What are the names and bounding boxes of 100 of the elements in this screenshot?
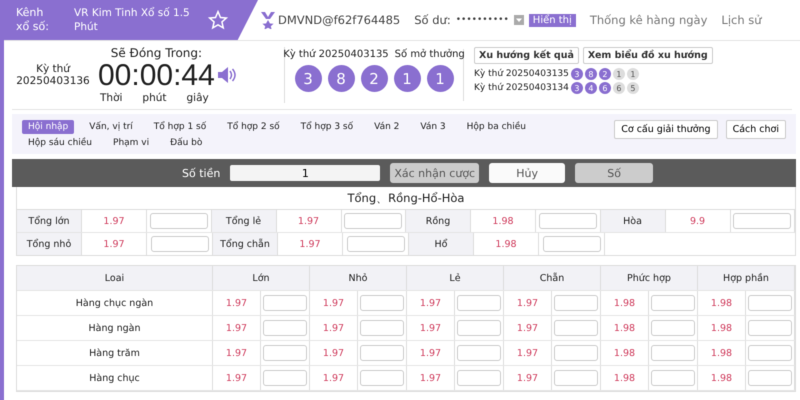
odds-value: 1.97 — [407, 366, 455, 390]
history-ball: 6 — [612, 82, 625, 94]
odds-value: 1.97 — [407, 316, 455, 340]
trend-button[interactable]: Xem biểu đồ xu hướng — [582, 47, 713, 64]
bet-label: Hổ — [409, 233, 474, 255]
odds-value: 1.97 — [504, 341, 552, 365]
draw-label: Số mở thưởng — [394, 49, 465, 60]
balance-label: Số dư: — [414, 13, 451, 27]
bet-type-tab[interactable]: Vấn, vị trí — [83, 120, 139, 134]
odds-value: 1.97 — [82, 233, 147, 255]
result-ball: 1 — [426, 65, 454, 92]
bet-type-tab[interactable]: Ván 2 — [368, 120, 406, 134]
history-period: Kỳ thứ 20250403134 — [474, 83, 569, 93]
nav-link[interactable]: Lịch sử — [721, 13, 762, 27]
username: DMVND@f62f764485 — [278, 13, 400, 27]
history-ball: 4 — [584, 82, 597, 94]
odds-value: 1.97 — [407, 291, 455, 315]
time-unit: giây — [186, 92, 209, 104]
result-ball: 1 — [394, 65, 420, 92]
bet-type-tab[interactable]: Tổ hợp 3 số — [294, 120, 360, 134]
bet-type-tab[interactable]: Hội nhập — [22, 120, 74, 134]
odds-value: 1.98 — [601, 316, 649, 340]
time-unit: Thời — [100, 92, 122, 104]
channel-name: VR Kim Tinh Xổ số 1.5 Phút — [74, 6, 191, 34]
countdown-timer: 00:00:44 — [98, 60, 215, 92]
bet-label: Rồng — [406, 210, 471, 232]
odds-value: 1.97 — [310, 341, 358, 365]
odds-value: 1.97 — [310, 366, 358, 390]
channel-label: Kênh xổ số: — [16, 6, 50, 34]
odds-value: 1.98 — [474, 233, 539, 255]
odds-value: 1.97 — [213, 341, 261, 365]
odds-value: 1.97 — [504, 291, 552, 315]
row-label: Hàng ngàn — [17, 316, 213, 340]
row-label: Hàng trăm — [17, 341, 213, 365]
odds-value: 1.98 — [601, 341, 649, 365]
result-ball: 2 — [360, 65, 388, 92]
odds-value: 1.98 — [601, 291, 649, 315]
amount-label: Số tiền — [182, 166, 220, 180]
odds-value: 1.97 — [504, 316, 552, 340]
column-header: Lẻ — [407, 266, 504, 290]
column-header: Hợp phần — [698, 266, 795, 290]
countdown-title: Sẽ Đóng Trong: — [110, 46, 202, 60]
bet-type-tab[interactable]: Tổ hợp 1 số — [148, 120, 212, 134]
odds-value: 1.97 — [213, 366, 261, 390]
info-button[interactable]: Cơ cấu giải thưởng — [614, 120, 718, 139]
bet-type-tab[interactable]: Ván 3 — [414, 120, 452, 134]
bet-label: Tổng chẵn — [213, 233, 278, 255]
odds-value: 9.9 — [666, 210, 730, 232]
bet-type-tab[interactable]: Tổ hợp 2 số — [221, 120, 286, 134]
column-header: Chẵn — [504, 266, 601, 290]
odds-value: 1.97 — [310, 316, 358, 340]
history-ball: 6 — [598, 82, 611, 94]
history-ball: 1 — [612, 68, 625, 80]
bet-label: Hòa — [600, 210, 666, 232]
bet-type-tab[interactable]: Đấu bò — [164, 136, 208, 150]
odds-value: 1.97 — [310, 291, 358, 315]
history-ball: 3 — [570, 82, 583, 94]
bet-type-tab[interactable]: Hộp sáu chiều — [22, 136, 98, 150]
odds-value: 1.97 — [504, 366, 552, 390]
odds-value: 1.98 — [471, 210, 536, 232]
column-header: Loai — [17, 266, 213, 290]
time-unit: phút — [142, 92, 167, 104]
odds-value: 1.97 — [407, 341, 455, 365]
history-ball: 2 — [598, 68, 611, 80]
odds-value: 1.98 — [698, 316, 746, 340]
row-label: Hàng chục — [17, 366, 213, 390]
result-ball: 3 — [294, 65, 322, 92]
odds-value: 1.98 — [698, 366, 746, 390]
bet-action-button[interactable]: Hủy — [489, 163, 566, 183]
row-label: Hàng chục ngàn — [17, 291, 213, 315]
bet-label: Tổng lớn — [17, 210, 82, 232]
bet-label: Tổng nhỏ — [17, 233, 82, 255]
hidden-balance: •••••••••• — [456, 15, 509, 25]
odds-value: 1.97 — [278, 233, 343, 255]
column-header: Nhỏ — [310, 266, 407, 290]
odds-value: 1.98 — [698, 291, 746, 315]
history-ball: 5 — [626, 82, 639, 94]
column-header: Lớn — [213, 266, 310, 290]
odds-value: 1.97 — [213, 291, 261, 315]
bet-type-tab[interactable]: Hộp ba chiều — [460, 120, 532, 134]
show-balance-button[interactable]: Hiển thị — [528, 14, 576, 26]
odds-value: 1.98 — [601, 366, 649, 390]
info-button[interactable]: Cách chơi — [726, 120, 786, 139]
nav-link[interactable]: Thống kê hàng ngày — [590, 13, 708, 27]
history-ball: 3 — [570, 68, 583, 80]
odds-value: 1.97 — [82, 210, 147, 232]
period-label: Kỳ thứ — [36, 63, 70, 75]
history-ball: 1 — [626, 68, 639, 80]
amount-field[interactable]: 1 — [230, 165, 380, 181]
trend-button[interactable]: Xu hướng kết quả — [474, 47, 579, 64]
odds-value: 1.98 — [698, 341, 746, 365]
bet-label: Tổng lẻ — [212, 210, 276, 232]
history-period: Kỳ thứ 20250403135 — [474, 69, 569, 79]
odds-value: 1.97 — [213, 316, 261, 340]
last-period: Kỳ thứ 20250403135 — [283, 49, 389, 60]
bet-type-tab[interactable]: Phạm vi — [107, 136, 156, 150]
result-ball: 8 — [328, 65, 354, 92]
history-ball: 8 — [584, 68, 597, 80]
odds-value: 1.97 — [276, 210, 342, 232]
period-number: 20250403136 — [16, 75, 90, 87]
